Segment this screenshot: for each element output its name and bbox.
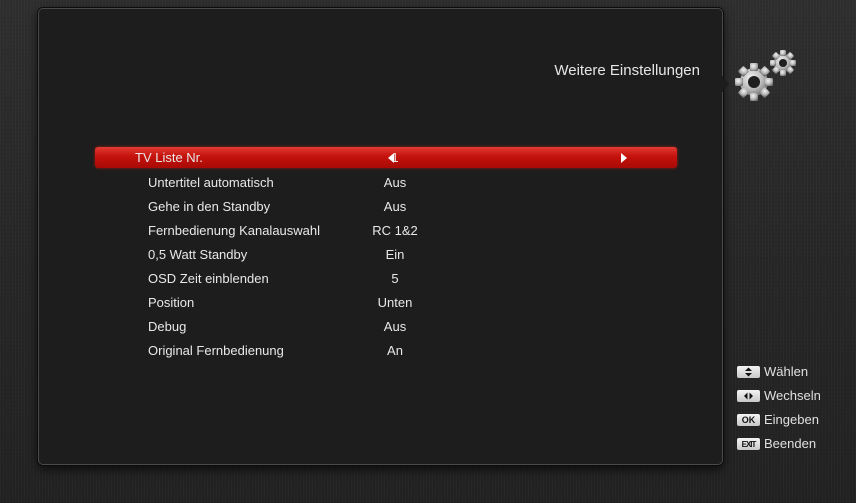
- menu-item-standby[interactable]: Gehe in den Standby Aus: [95, 195, 677, 219]
- arrow-right-icon[interactable]: [621, 153, 627, 163]
- menu-item-value: Aus: [383, 199, 407, 214]
- menu-item-value: RC 1&2: [372, 223, 418, 238]
- key-legend: Wählen Wechseln OK Eingeben EXIT Beenden: [737, 360, 821, 456]
- menu-item-value: 1: [391, 150, 399, 165]
- menu-item-original-fernbedienung[interactable]: Original Fernbedienung An: [95, 339, 677, 363]
- menu-item-label: Position: [148, 295, 195, 310]
- legend-select: Wählen: [737, 360, 821, 384]
- menu-item-label: Untertitel automatisch: [148, 175, 274, 190]
- menu-item-watt-standby[interactable]: 0,5 Watt Standby Ein: [95, 243, 677, 267]
- title-notch: [719, 72, 729, 96]
- legend-exit-label: Beenden: [764, 436, 817, 451]
- settings-menu: TV Liste Nr. 1 Untertitel automatisch Au…: [95, 147, 677, 363]
- menu-item-debug[interactable]: Debug Aus: [95, 315, 677, 339]
- menu-item-value: Aus: [383, 319, 407, 334]
- menu-item-tv-liste[interactable]: TV Liste Nr. 1: [95, 147, 677, 168]
- menu-item-label: TV Liste Nr.: [135, 150, 203, 165]
- menu-item-label: Debug: [148, 319, 187, 334]
- ok-key-icon: OK: [737, 413, 760, 426]
- left-right-key-icon: [737, 389, 760, 402]
- menu-item-untertitel[interactable]: Untertitel automatisch Aus: [95, 171, 677, 195]
- exit-key-icon: EXIT: [737, 437, 760, 450]
- menu-item-value: Ein: [385, 247, 405, 262]
- menu-item-value: 5: [391, 271, 399, 286]
- menu-item-label: OSD Zeit einblenden: [148, 271, 269, 286]
- menu-item-value: An: [387, 343, 403, 358]
- menu-item-fernbedienung-kanalauswahl[interactable]: Fernbedienung Kanalauswahl RC 1&2: [95, 219, 677, 243]
- menu-item-value: Unten: [377, 295, 413, 310]
- gears-icon: [735, 50, 796, 101]
- page-title: Weitere Einstellungen: [554, 62, 700, 79]
- menu-item-osd-zeit[interactable]: OSD Zeit einblenden 5: [95, 267, 677, 291]
- menu-item-label: Gehe in den Standby: [148, 199, 271, 214]
- menu-item-label: 0,5 Watt Standby: [148, 247, 248, 262]
- legend-change-label: Wechseln: [764, 388, 821, 403]
- menu-item-position[interactable]: Position Unten: [95, 291, 677, 315]
- legend-exit: EXIT Beenden: [737, 432, 821, 456]
- legend-change: Wechseln: [737, 384, 821, 408]
- legend-select-label: Wählen: [764, 364, 809, 379]
- legend-ok: OK Eingeben: [737, 408, 821, 432]
- up-down-key-icon: [737, 365, 760, 378]
- menu-item-label: Original Fernbedienung: [148, 343, 284, 358]
- menu-item-value: Aus: [383, 175, 407, 190]
- legend-ok-label: Eingeben: [764, 412, 819, 427]
